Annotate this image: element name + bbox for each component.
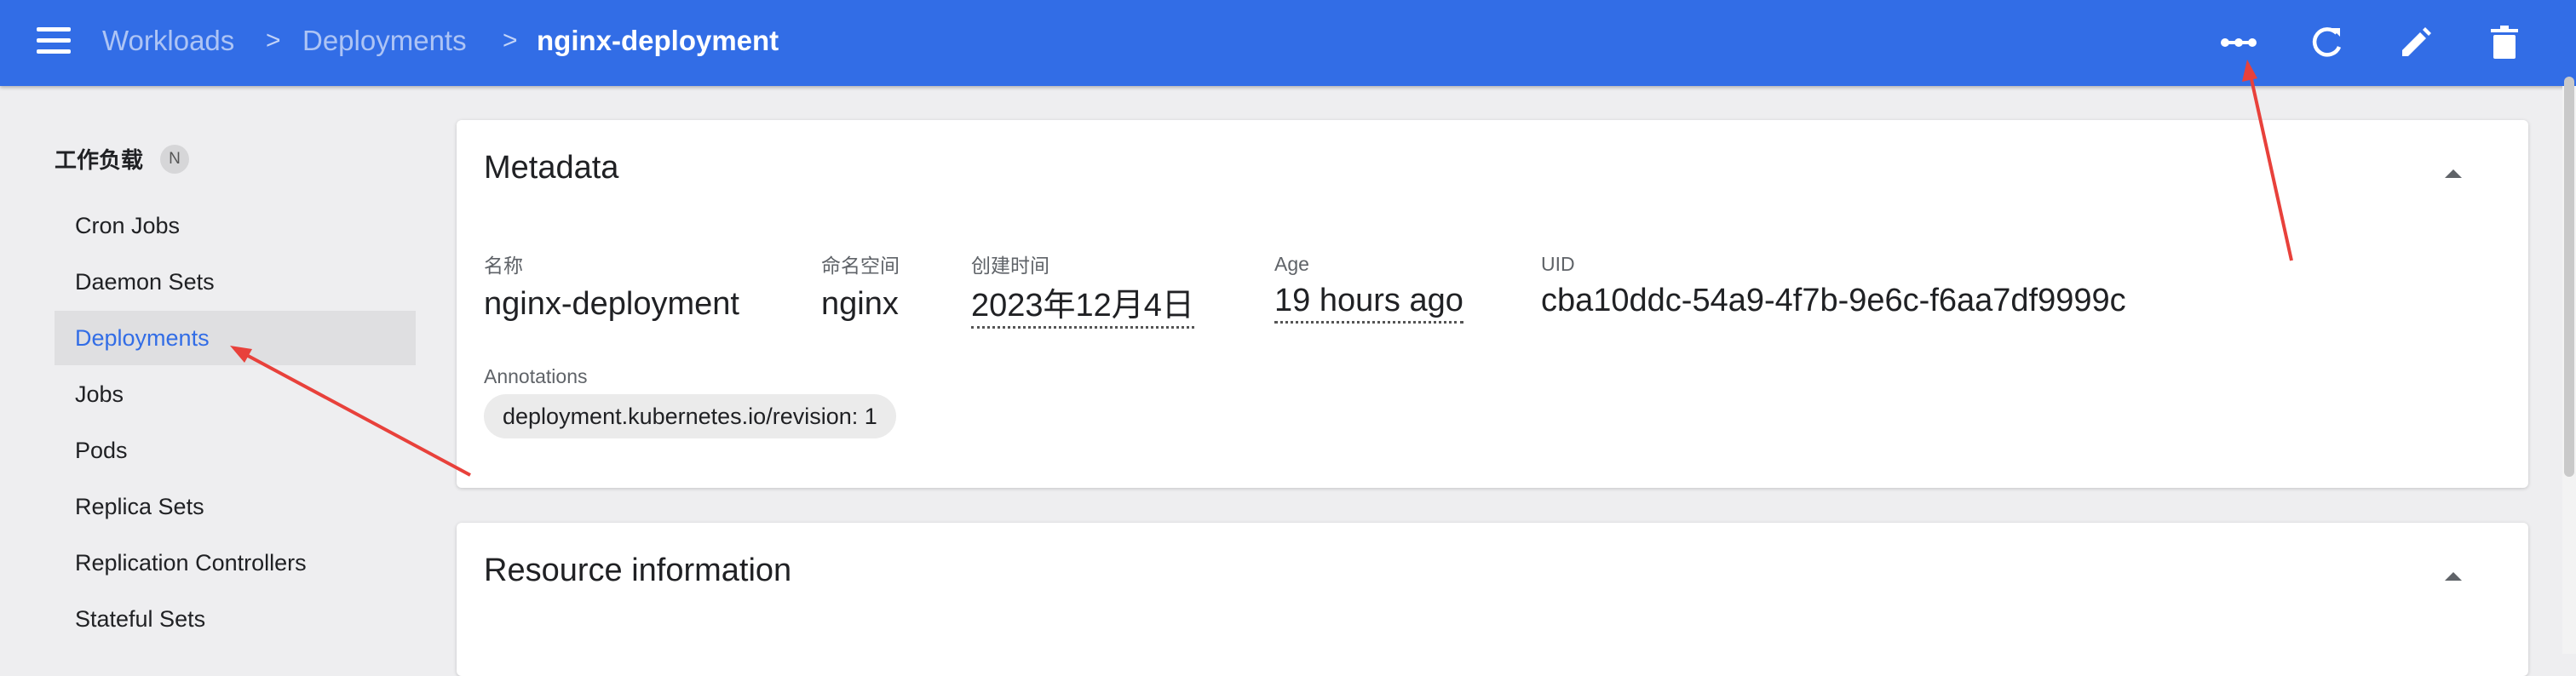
top-bar: Workloads > Deployments > nginx-deployme… <box>0 0 2576 86</box>
breadcrumb-deployments[interactable]: Deployments <box>302 19 467 63</box>
namespace-value: nginx <box>821 286 899 322</box>
sidebar-item-jobs[interactable]: Jobs <box>55 367 416 421</box>
uid-value: cba10ddc-54a9-4f7b-9e6c-f6aa7df9999c <box>1541 283 2126 318</box>
name-label: 名称 <box>484 255 523 277</box>
created-label: 创建时间 <box>971 255 1049 277</box>
breadcrumb-workloads[interactable]: Workloads <box>102 19 234 63</box>
annotations-label: Annotations <box>484 365 588 387</box>
delete-icon[interactable] <box>2481 19 2528 66</box>
sidebar-item-replica-sets[interactable]: Replica Sets <box>55 479 416 534</box>
scrollbar-thumb[interactable] <box>2564 77 2574 477</box>
sidebar-item-replication-controllers[interactable]: Replication Controllers <box>55 536 416 590</box>
namespaced-badge: N <box>160 145 189 174</box>
uid-label: UID <box>1541 253 1575 275</box>
age-value[interactable]: 19 hours ago <box>1274 280 1463 324</box>
refresh-icon[interactable] <box>2303 19 2351 66</box>
age-label: Age <box>1274 253 1309 275</box>
name-value: nginx-deployment <box>484 286 739 322</box>
collapse-icon[interactable] <box>2436 156 2470 190</box>
annotation-chip[interactable]: deployment.kubernetes.io/revision: 1 <box>484 394 896 438</box>
breadcrumb-current: nginx-deployment <box>537 25 779 56</box>
sidebar-item-stateful-sets[interactable]: Stateful Sets <box>55 592 416 646</box>
breadcrumb-separator: > <box>266 26 281 54</box>
metadata-title: Metadata <box>484 150 619 186</box>
sidebar-item-daemon-sets[interactable]: Daemon Sets <box>55 255 416 309</box>
resource-information-title: Resource information <box>484 553 792 588</box>
sidebar-item-cron-jobs[interactable]: Cron Jobs <box>55 198 416 253</box>
metadata-card: Metadata 名称 nginx-deployment 命名空间 nginx … <box>457 120 2528 488</box>
edit-icon[interactable] <box>2392 19 2440 66</box>
resource-information-card: Resource information <box>457 523 2528 676</box>
created-value[interactable]: 2023年12月4日 <box>971 285 1194 329</box>
nav-heading-workloads[interactable]: 工作负载 <box>55 145 143 175</box>
sidebar-item-pods[interactable]: Pods <box>55 423 416 478</box>
sidebar-item-deployments[interactable]: Deployments <box>55 311 416 365</box>
breadcrumb-separator: > <box>503 26 518 54</box>
menu-icon[interactable] <box>37 27 71 58</box>
namespace-label: 命名空间 <box>821 255 900 277</box>
collapse-icon[interactable] <box>2436 559 2470 593</box>
scale-icon[interactable] <box>2215 19 2263 66</box>
